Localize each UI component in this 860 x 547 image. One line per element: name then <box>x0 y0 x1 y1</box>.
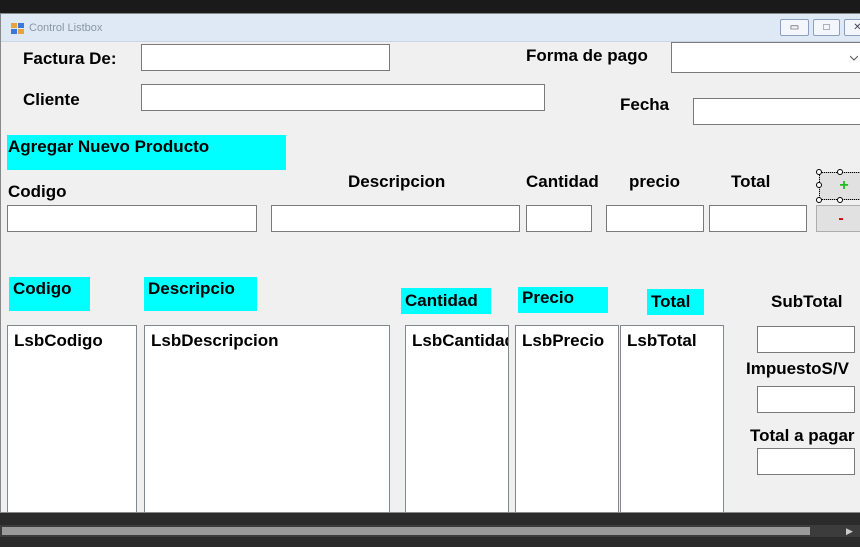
minus-icon: - <box>838 210 844 227</box>
codigo-listbox[interactable]: LsbCodigo <box>7 325 137 512</box>
descripcion-header: Descripcio <box>148 279 235 298</box>
codigo-label: Codigo <box>8 182 67 201</box>
form-icon <box>11 23 24 34</box>
scroll-right-arrow-icon[interactable]: ▶ <box>846 525 853 537</box>
descripcion-header-bg: Descripcio <box>144 277 257 311</box>
precio-label: precio <box>629 172 681 191</box>
horizontal-scrollbar[interactable]: ▶ <box>0 525 860 537</box>
scrollbar-thumb[interactable] <box>2 527 810 535</box>
forma-pago-select[interactable] <box>671 42 860 73</box>
list-item[interactable]: LsbPrecio <box>522 331 604 351</box>
window-title: Control Listbox <box>29 22 103 34</box>
resize-handle[interactable] <box>837 197 843 203</box>
cliente-field[interactable] <box>141 84 545 111</box>
descripcion-label: Descripcion <box>348 172 446 191</box>
total-header-bg: Total <box>647 289 704 315</box>
subtotal-label: SubTotal <box>771 292 843 311</box>
fecha-label: Fecha <box>620 95 670 114</box>
precio-header: Precio <box>522 288 574 307</box>
codigo-input[interactable] <box>7 205 257 232</box>
codigo-header-bg: Codigo <box>9 277 90 311</box>
subtotal-field[interactable] <box>757 326 855 353</box>
impuesto-field[interactable] <box>757 386 855 413</box>
total-pagar-field[interactable] <box>757 448 855 475</box>
total-label: Total <box>731 172 771 191</box>
close-button[interactable]: ✕ <box>844 19 860 36</box>
resize-handle[interactable] <box>816 169 822 175</box>
selection-outline <box>819 172 860 200</box>
codigo-header: Codigo <box>13 279 72 298</box>
resize-handle[interactable] <box>816 197 822 203</box>
minimize-icon: ▭ <box>789 22 800 33</box>
fecha-field[interactable] <box>693 98 860 125</box>
list-item[interactable]: LsbCantidad <box>412 331 508 351</box>
cantidad-header-bg: Cantidad <box>401 288 491 314</box>
maximize-icon: □ <box>823 22 830 33</box>
resize-handle[interactable] <box>837 169 843 175</box>
total-listbox[interactable]: LsbTotal <box>620 325 724 512</box>
impuesto-label: ImpuestoS/V <box>746 359 849 378</box>
list-item[interactable]: LsbDescripcion <box>151 331 279 351</box>
precio-input[interactable] <box>606 205 704 232</box>
remove-button[interactable]: - <box>816 205 860 232</box>
desktop-top-band <box>0 0 860 13</box>
chevron-down-icon <box>850 55 858 61</box>
total-header: Total <box>651 292 691 311</box>
precio-listbox[interactable]: LsbPrecio <box>515 325 619 512</box>
maximize-button[interactable]: □ <box>813 19 840 36</box>
forma-pago-label: Forma de pago <box>526 46 648 65</box>
app-window: Control Listbox ▭ □ ✕ Factura De: Client… <box>0 13 860 513</box>
resize-handle[interactable] <box>816 182 822 188</box>
total-input[interactable] <box>709 205 807 232</box>
list-item[interactable]: LsbTotal <box>627 331 697 351</box>
descripcion-listbox[interactable]: LsbDescripcion <box>144 325 390 512</box>
close-icon: ✕ <box>853 22 860 33</box>
cantidad-header: Cantidad <box>405 291 478 310</box>
cantidad-listbox[interactable]: LsbCantidad <box>405 325 509 512</box>
title-bar[interactable]: Control Listbox ▭ □ ✕ <box>1 14 860 42</box>
section-title-bg: Agregar Nuevo Producto <box>7 135 286 170</box>
descripcion-input[interactable] <box>271 205 520 232</box>
cantidad-input[interactable] <box>526 205 592 232</box>
factura-label: Factura De: <box>23 49 117 68</box>
list-item[interactable]: LsbCodigo <box>14 331 103 351</box>
total-pagar-label: Total a pagar <box>750 426 855 445</box>
cliente-label: Cliente <box>23 90 80 109</box>
factura-field[interactable] <box>141 44 390 71</box>
precio-header-bg: Precio <box>518 287 608 313</box>
section-title: Agregar Nuevo Producto <box>8 137 210 156</box>
minimize-button[interactable]: ▭ <box>780 19 809 36</box>
cantidad-label: Cantidad <box>526 172 599 191</box>
